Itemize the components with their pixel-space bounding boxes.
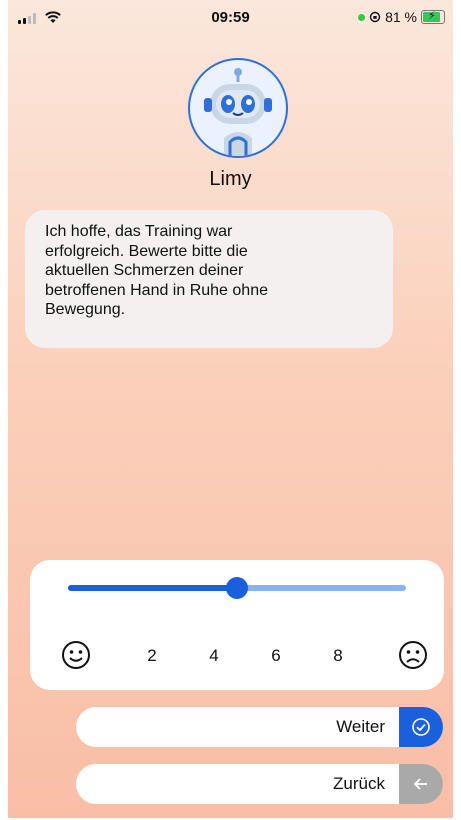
status-right: 81 % ⚡ [358, 9, 445, 25]
app-screen: 09:59 81 % ⚡ Limy Ich hoffe, das Trainin… [8, 0, 453, 818]
back-button[interactable]: Zurück [76, 764, 443, 804]
battery-icon: ⚡ [421, 10, 445, 24]
pain-slider-fill [68, 585, 237, 591]
tick-label-6: 6 [271, 646, 281, 665]
robot-icon [192, 62, 284, 156]
tick-label-2: 2 [147, 646, 157, 665]
pain-scale-labels: 2 4 6 8 [30, 638, 444, 674]
smiley-sad-icon[interactable] [398, 640, 428, 670]
next-icon-box[interactable] [399, 707, 443, 747]
next-button[interactable]: Weiter [76, 707, 443, 747]
check-circle-icon [412, 718, 430, 736]
message-bubble: Ich hoffe, das Training war erfolgreich.… [25, 210, 393, 348]
status-bar: 09:59 81 % ⚡ [8, 0, 453, 34]
assistant-name: Limy [209, 168, 252, 190]
back-button-label: Zurück [333, 774, 385, 793]
smiley-happy-icon[interactable] [61, 640, 91, 670]
pain-slider-thumb[interactable] [226, 577, 248, 599]
location-dot-icon [358, 13, 366, 21]
tick-label-4: 4 [209, 646, 219, 665]
assistant-avatar [188, 58, 288, 158]
orientation-lock-icon [369, 11, 381, 23]
pain-rating-card: 2 4 6 8 [30, 560, 444, 690]
battery-percent: 81 % [385, 9, 417, 25]
arrow-left-icon [413, 778, 427, 790]
back-icon-box[interactable] [399, 764, 443, 804]
message-text: Ich hoffe, das Training war erfolgreich.… [45, 223, 268, 318]
next-button-label: Weiter [336, 717, 385, 736]
pain-slider-track[interactable] [68, 577, 406, 599]
tick-label-8: 8 [333, 646, 343, 665]
